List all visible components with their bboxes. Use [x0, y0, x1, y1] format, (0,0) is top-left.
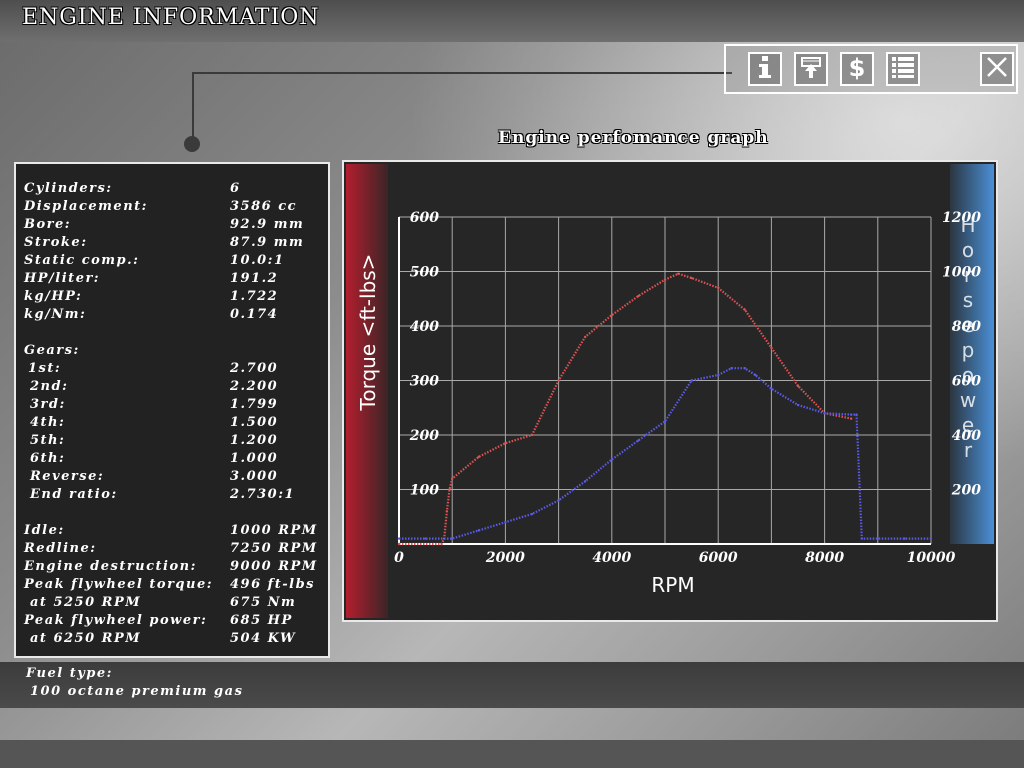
- x-tick-label: 8000: [805, 550, 844, 566]
- torque-data-point: [397, 542, 401, 546]
- x-tick-label: 10000: [907, 550, 956, 566]
- bottom-strip: [0, 740, 1024, 768]
- horsepower-data-point: [397, 537, 401, 540]
- horsepower-data-point: [860, 537, 864, 540]
- horsepower-data-point: [663, 420, 667, 423]
- y2-tick-label: 200: [951, 483, 981, 499]
- engine-stats-panel: Cylinders: 6 Displacement: 3586 cc Bore:…: [14, 162, 330, 658]
- close-button[interactable]: [980, 52, 1014, 86]
- connector-line-vertical: [192, 72, 194, 142]
- torque-data-point: [663, 278, 667, 281]
- y-tick-label: 600: [410, 210, 439, 226]
- horsepower-data-point: [730, 367, 733, 370]
- page-title: ENGINE INFORMATION: [22, 5, 320, 30]
- horsepower-data-point: [796, 403, 800, 407]
- list-icon: [890, 54, 916, 84]
- torque-data-point: [637, 294, 640, 298]
- x-tick-label: 6000: [699, 550, 738, 566]
- list-button[interactable]: [886, 52, 920, 86]
- torque-data-point: [504, 441, 507, 445]
- torque-data-point: [445, 510, 449, 513]
- connector-line: [192, 72, 732, 74]
- close-icon: [985, 55, 1009, 83]
- horsepower-data-point: [424, 537, 427, 540]
- performance-chart: 0 2000 4000 6000 8000 10000 100 200 300 400 500 600…: [346, 164, 994, 618]
- torque-data-point: [770, 346, 773, 349]
- horsepower-data-point: [637, 439, 640, 442]
- horsepower-data-point: [929, 537, 933, 540]
- torque-data-point: [717, 286, 720, 290]
- title-bar: ENGINE INFORMATION: [0, 0, 1024, 42]
- upgrade-button[interactable]: [794, 52, 828, 86]
- x-tick-label: 4000: [592, 550, 631, 566]
- horsepower-data-point: [584, 480, 587, 483]
- toolbar: $: [724, 44, 1018, 94]
- y-axis-title: Torque <ft-lbs>: [356, 254, 380, 412]
- fuel-type-label: Fuel type:: [26, 666, 113, 681]
- x-axis-title: RPM: [651, 573, 694, 597]
- info-button[interactable]: [748, 52, 782, 86]
- torque-data-point: [610, 313, 613, 317]
- horsepower-data-point: [770, 387, 773, 390]
- horsepower-data-point: [477, 529, 480, 532]
- torque-data-point: [850, 417, 853, 420]
- y-tick-label: 200: [409, 428, 439, 444]
- y-tick-label: 300: [410, 374, 439, 390]
- svg-text:$: $: [849, 54, 866, 81]
- x-tick-label: 0: [394, 550, 404, 566]
- y-tick-label: 100: [410, 483, 439, 499]
- horsepower-data-point: [876, 537, 879, 540]
- torque-data-point: [584, 335, 587, 339]
- dollar-icon: $: [845, 53, 869, 85]
- chart-labels: 0 2000 4000 6000 8000 10000 100 200 300 400 500 600…: [356, 210, 981, 597]
- horsepower-data-point: [504, 521, 507, 524]
- horsepower-data-point: [717, 373, 720, 377]
- info-icon: [753, 54, 777, 84]
- horsepower-data-point: [903, 537, 906, 540]
- horsepower-data-point: [530, 512, 534, 516]
- fuel-panel: Fuel type: 100 octane premium gas: [0, 662, 1024, 708]
- horsepower-data-point: [743, 367, 746, 370]
- horsepower-data-point: [451, 537, 454, 540]
- piston-upgrade-icon: [798, 54, 824, 84]
- y-tick-label: 500: [410, 265, 439, 281]
- horsepower-data-point: [823, 412, 826, 415]
- torque-data-point: [448, 488, 451, 491]
- y2-tick-label: 1000: [942, 265, 981, 281]
- horsepower-data-point: [754, 373, 757, 377]
- fuel-type-value: 100 octane premium gas: [30, 684, 244, 699]
- y-tick-label: 400: [410, 319, 439, 335]
- torque-data-point: [557, 379, 560, 382]
- y2-axis-title: Horsepower: [960, 213, 976, 462]
- torque-data-point: [743, 308, 746, 311]
- horsepower-data-point: [690, 379, 693, 382]
- chart-grid: [398, 216, 932, 545]
- torque-data-point: [451, 477, 454, 480]
- torque-data-point: [530, 433, 534, 437]
- connector-dot: [184, 136, 200, 152]
- torque-data-point: [440, 542, 443, 546]
- torque-data-point: [796, 384, 800, 388]
- graph-title: Engine perfomance graph: [498, 128, 769, 148]
- price-button[interactable]: $: [840, 52, 874, 86]
- horsepower-data-point: [850, 413, 853, 416]
- torque-data-point: [477, 455, 480, 458]
- horsepower-data-point: [855, 413, 858, 416]
- torque-data-point: [677, 272, 680, 275]
- horsepower-data-point: [557, 499, 560, 502]
- torque-data-point: [690, 276, 693, 280]
- torque-series-line: [399, 272, 852, 546]
- horsepower-data-point: [610, 458, 613, 461]
- performance-graph: 0 2000 4000 6000 8000 10000 100 200 300 400 500 600…: [342, 160, 998, 622]
- x-tick-label: 2000: [485, 550, 525, 566]
